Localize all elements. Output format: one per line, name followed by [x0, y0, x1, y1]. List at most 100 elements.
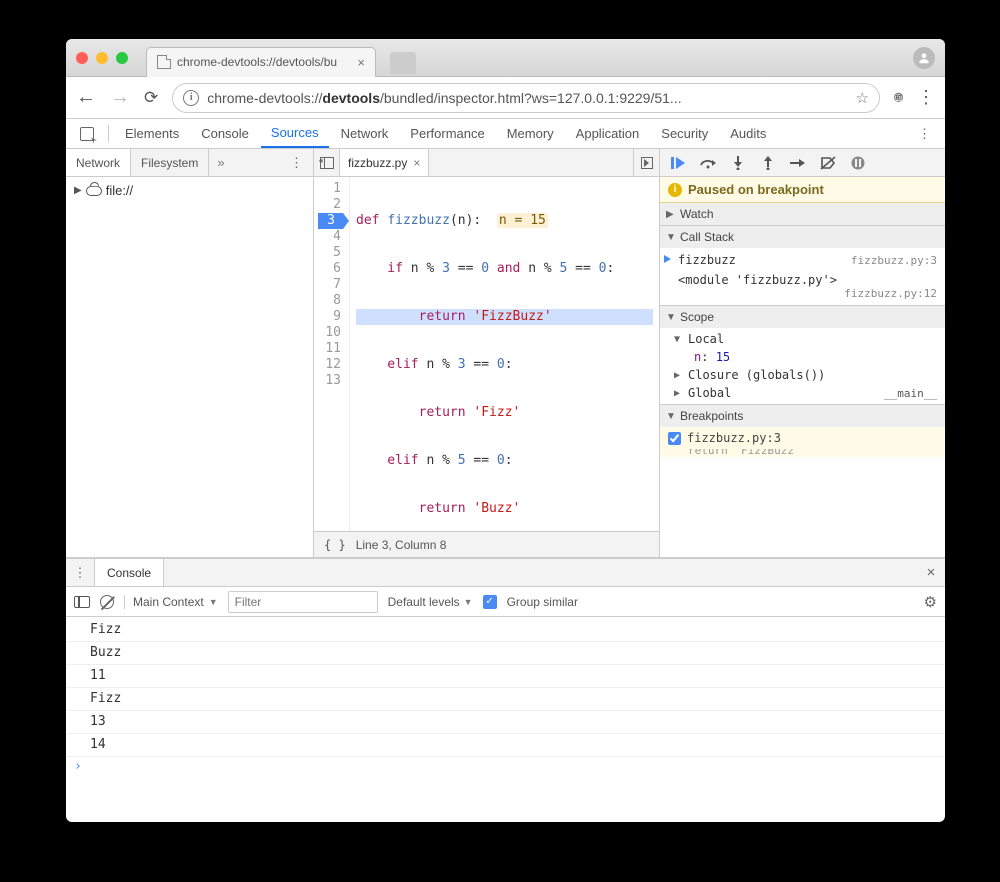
- devtools-body: Network Filesystem » ⋮ ▶ file://: [66, 149, 945, 822]
- console-prompt[interactable]: ›: [66, 757, 945, 776]
- navigator-panel: Network Filesystem » ⋮ ▶ file://: [66, 149, 314, 557]
- console-line: Fizz: [66, 688, 945, 711]
- console-line: 13: [66, 711, 945, 734]
- scope-global[interactable]: ▶Global__main__: [660, 384, 945, 402]
- pretty-print-icon[interactable]: { }: [324, 538, 346, 552]
- navigator-tab-filesystem[interactable]: Filesystem: [131, 149, 209, 176]
- site-info-icon[interactable]: i: [183, 90, 199, 106]
- step-over-button[interactable]: [694, 152, 722, 174]
- forward-button[interactable]: →: [110, 86, 130, 109]
- caret-icon: ▶: [74, 185, 82, 196]
- breakpoints-header[interactable]: ▼Breakpoints: [660, 405, 945, 427]
- tab-network[interactable]: Network: [331, 119, 399, 148]
- tab-memory[interactable]: Memory: [497, 119, 564, 148]
- scope-closure[interactable]: ▶Closure (globals()): [660, 366, 945, 384]
- browser-menu-icon[interactable]: ⋮: [917, 87, 935, 108]
- url-text: chrome-devtools://devtools/bundled/inspe…: [207, 90, 847, 106]
- clear-console-icon[interactable]: [100, 595, 114, 609]
- console-settings-icon[interactable]: ⚙: [924, 593, 937, 611]
- scope-local[interactable]: ▼Local: [660, 330, 945, 348]
- stack-frame[interactable]: fizzbuzzfizzbuzz.py:3: [660, 250, 945, 270]
- tab-elements[interactable]: Elements: [115, 119, 189, 148]
- log-levels-selector[interactable]: Default levels▼: [388, 595, 473, 609]
- tab-security[interactable]: Security: [651, 119, 718, 148]
- tab-title: chrome-devtools://devtools/bu: [177, 55, 351, 69]
- titlebar: chrome-devtools://devtools/bu ×: [66, 39, 945, 77]
- console-line: Buzz: [66, 642, 945, 665]
- stack-frame[interactable]: <module 'fizzbuzz.py'>fizzbuzz.py:12: [660, 270, 945, 303]
- console-output[interactable]: Fizz Buzz 11 Fizz 13 14 ›: [66, 617, 945, 822]
- drawer-tabs: ⋮ Console ×: [66, 559, 945, 587]
- deactivate-breakpoints-button[interactable]: [814, 152, 842, 174]
- group-similar-checkbox[interactable]: ✓: [483, 595, 497, 609]
- file-tree: ▶ file://: [66, 177, 313, 557]
- navigator-tab-network[interactable]: Network: [66, 149, 131, 176]
- tab-application[interactable]: Application: [566, 119, 650, 148]
- breakpoint-label: fizzbuzz.py:3: [687, 431, 781, 445]
- tree-item-file[interactable]: ▶ file://: [74, 183, 305, 198]
- profile-avatar[interactable]: [913, 47, 935, 69]
- breakpoint-checkbox[interactable]: [668, 432, 681, 445]
- console-filter-input[interactable]: [228, 591, 378, 613]
- breakpoint-marker: 3: [318, 213, 349, 229]
- file-tab-label: fizzbuzz.py: [348, 156, 407, 170]
- close-tab-icon[interactable]: ×: [357, 55, 365, 70]
- drawer-menu-icon[interactable]: ⋮: [66, 559, 94, 586]
- console-drawer: ⋮ Console × Main Context▼ Default levels…: [66, 558, 945, 822]
- step-out-button[interactable]: [754, 152, 782, 174]
- breakpoint-snippet: return 'FizzBuzz': [660, 449, 945, 457]
- tab-audits[interactable]: Audits: [720, 119, 776, 148]
- close-file-icon[interactable]: ×: [413, 156, 420, 170]
- minimize-window-button[interactable]: [96, 52, 108, 64]
- tab-console[interactable]: Console: [191, 119, 259, 148]
- breakpoint-item[interactable]: fizzbuzz.py:3: [660, 427, 945, 449]
- drawer-tab-console[interactable]: Console: [94, 559, 164, 586]
- tab-sources[interactable]: Sources: [261, 119, 329, 148]
- browser-toolbar: ← → ⟳ i chrome-devtools://devtools/bundl…: [66, 77, 945, 119]
- callstack-section: ▼Call Stack fizzbuzzfizzbuzz.py:3 <modul…: [660, 226, 945, 306]
- close-drawer-icon[interactable]: ×: [917, 559, 945, 586]
- navigator-overflow-icon[interactable]: »: [209, 149, 232, 176]
- devtools-menu-icon[interactable]: ⋮: [910, 119, 939, 148]
- new-tab-button[interactable]: [390, 52, 416, 74]
- show-debugger-button[interactable]: [633, 149, 659, 176]
- address-bar[interactable]: i chrome-devtools://devtools/bundled/ins…: [172, 83, 880, 113]
- element-picker-button[interactable]: [72, 119, 102, 148]
- paused-banner: i Paused on breakpoint: [660, 177, 945, 203]
- context-selector[interactable]: Main Context▼: [124, 595, 218, 609]
- info-icon: i: [668, 183, 682, 197]
- close-window-button[interactable]: [76, 52, 88, 64]
- editor-status-bar: { } Line 3, Column 8: [314, 531, 659, 557]
- execution-line: return 'FizzBuzz': [356, 309, 653, 325]
- console-toolbar: Main Context▼ Default levels▼ ✓ Group si…: [66, 587, 945, 617]
- tree-item-label: file://: [106, 183, 133, 198]
- console-sidebar-icon[interactable]: [74, 596, 90, 608]
- bookmark-star-icon[interactable]: ☆: [856, 89, 869, 107]
- editor-panel: fizzbuzz.py × 12345678910111213 def fizz…: [314, 149, 660, 557]
- scope-section: ▼Scope ▼Local n: 15 ▶Closure (globals())…: [660, 306, 945, 405]
- group-similar-label: Group similar: [507, 595, 578, 609]
- code-editor[interactable]: 12345678910111213 def fizzbuzz(n): n = 1…: [314, 177, 659, 531]
- tab-performance[interactable]: Performance: [400, 119, 494, 148]
- step-into-button[interactable]: [724, 152, 752, 174]
- step-button[interactable]: [784, 152, 812, 174]
- maximize-window-button[interactable]: [116, 52, 128, 64]
- back-button[interactable]: ←: [76, 86, 96, 109]
- watch-header[interactable]: ▶Watch: [660, 203, 945, 225]
- scope-variable[interactable]: n: 15: [660, 348, 945, 366]
- resume-button[interactable]: [664, 152, 692, 174]
- line-gutter[interactable]: 12345678910111213: [314, 177, 350, 531]
- reload-button[interactable]: ⟳: [144, 88, 158, 108]
- navigator-more-icon[interactable]: ⋮: [280, 149, 313, 176]
- browser-tab[interactable]: chrome-devtools://devtools/bu ×: [146, 47, 376, 77]
- file-tab[interactable]: fizzbuzz.py ×: [340, 149, 429, 176]
- hide-navigator-button[interactable]: [314, 149, 340, 176]
- callstack-header[interactable]: ▼Call Stack: [660, 226, 945, 248]
- devtools-tabs: Elements Console Sources Network Perform…: [66, 119, 945, 149]
- scope-header[interactable]: ▼Scope: [660, 306, 945, 328]
- code-area[interactable]: def fizzbuzz(n): n = 15 if n % 3 == 0 an…: [350, 177, 659, 531]
- breakpoints-section: ▼Breakpoints fizzbuzz.py:3 return 'FizzB…: [660, 405, 945, 457]
- pause-on-exceptions-button[interactable]: [844, 152, 872, 174]
- extension-icon[interactable]: ㊞: [894, 91, 903, 104]
- watch-section: ▶Watch: [660, 203, 945, 226]
